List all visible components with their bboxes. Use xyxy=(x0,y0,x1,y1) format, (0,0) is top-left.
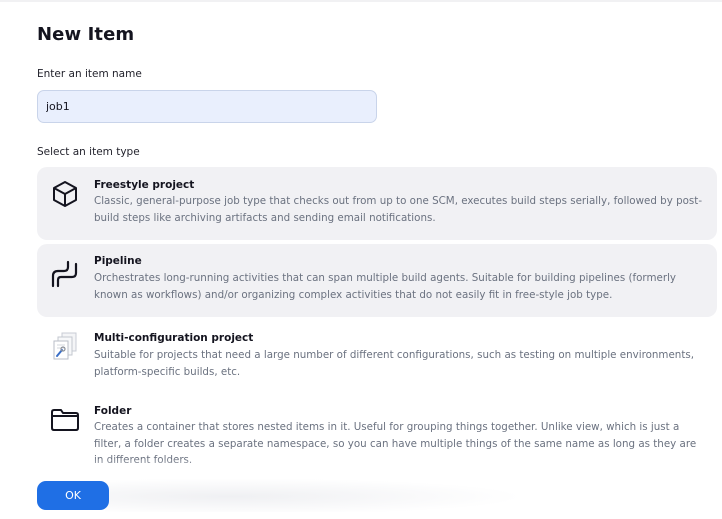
pipeline-icon xyxy=(50,259,80,289)
item-type-label: Select an item type xyxy=(37,146,140,158)
item-type-name: Folder xyxy=(94,405,132,417)
folder-icon xyxy=(50,405,80,435)
item-name-input[interactable] xyxy=(37,90,377,123)
item-type-description: Classic, general-purpose job type that c… xyxy=(94,195,703,224)
item-name-label: Enter an item name xyxy=(37,68,142,80)
ok-button[interactable]: OK xyxy=(37,481,109,510)
item-type-pipeline[interactable]: Pipeline Orchestrates long-running activ… xyxy=(37,244,717,317)
item-type-multi-configuration[interactable]: Multi-configuration project Suitable for… xyxy=(37,321,717,387)
item-type-freestyle[interactable]: Freestyle project Classic, general-purpo… xyxy=(37,167,717,240)
item-type-description: Orchestrates long-running activities tha… xyxy=(94,272,677,301)
new-item-page: New Item Enter an item name Select an it… xyxy=(0,0,722,519)
cube-icon xyxy=(50,179,80,209)
item-type-description: Suitable for projects that need a large … xyxy=(94,349,694,378)
item-type-name: Pipeline xyxy=(94,255,142,267)
item-type-name: Freestyle project xyxy=(94,179,195,191)
footer-shadow xyxy=(105,478,525,512)
top-divider xyxy=(0,0,722,2)
item-type-name: Multi-configuration project xyxy=(94,332,254,344)
page-title: New Item xyxy=(37,24,135,45)
multi-config-icon xyxy=(50,331,80,361)
